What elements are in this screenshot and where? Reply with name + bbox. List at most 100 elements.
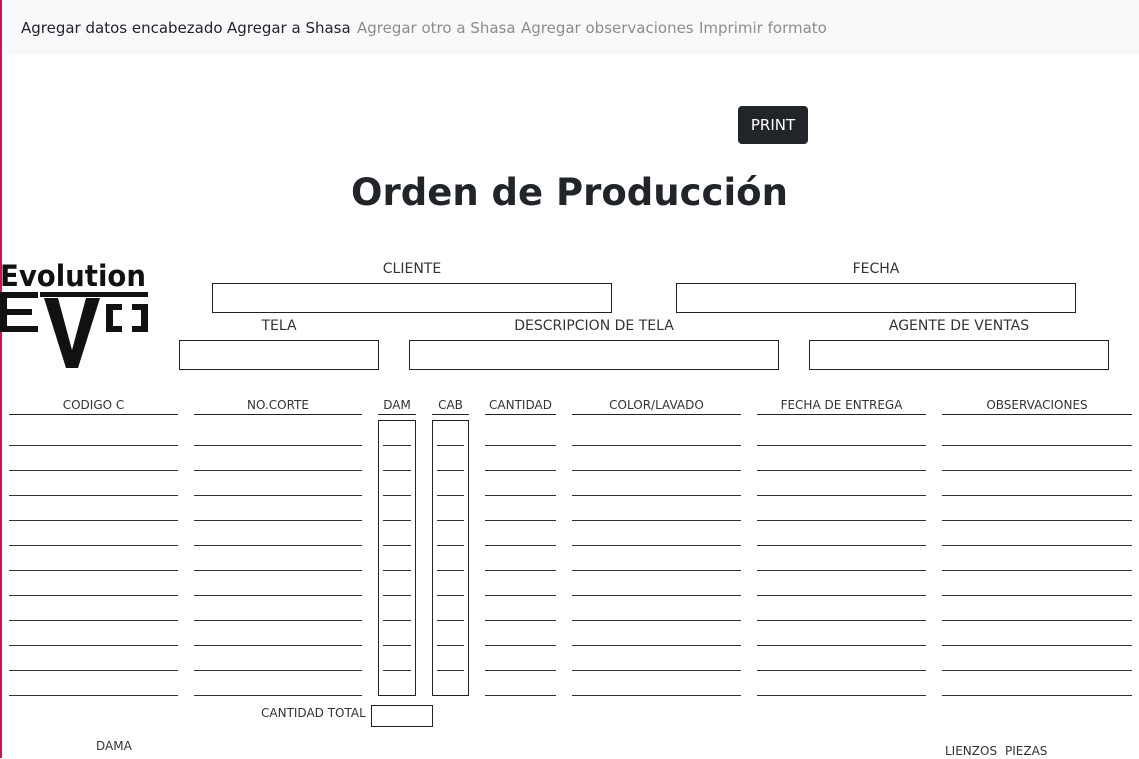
row-line-cantidad[interactable] bbox=[485, 470, 556, 471]
row-line-observaciones[interactable] bbox=[942, 695, 1132, 696]
box-dam-cell-line[interactable] bbox=[383, 670, 411, 671]
row-line-observaciones[interactable] bbox=[942, 545, 1132, 546]
box-dam-cell-line[interactable] bbox=[383, 570, 411, 571]
row-line-observaciones[interactable] bbox=[942, 595, 1132, 596]
row-line-color-lavado[interactable] bbox=[572, 695, 741, 696]
row-line-no-corte[interactable] bbox=[194, 570, 362, 571]
agente-ventas-label: AGENTE DE VENTAS bbox=[888, 318, 1030, 334]
row-line-codigo-c[interactable] bbox=[9, 520, 178, 521]
box-cab-cell-line[interactable] bbox=[437, 645, 464, 646]
box-cab-cell-line[interactable] bbox=[437, 595, 464, 596]
box-cab-cell-line[interactable] bbox=[437, 445, 464, 446]
row-line-observaciones[interactable] bbox=[942, 645, 1132, 646]
row-line-codigo-c[interactable] bbox=[9, 470, 178, 471]
nav-agregar-a-shasa[interactable]: Agregar a Shasa bbox=[227, 18, 351, 38]
box-cab-cell-line[interactable] bbox=[437, 470, 464, 471]
row-line-cantidad[interactable] bbox=[485, 570, 556, 571]
row-line-fecha-entrega[interactable] bbox=[757, 620, 926, 621]
row-line-cantidad[interactable] bbox=[485, 495, 556, 496]
nav-agregar-observaciones[interactable]: Agregar observaciones bbox=[521, 18, 694, 38]
box-dam-cell-line[interactable] bbox=[383, 495, 411, 496]
cliente-input[interactable] bbox=[212, 283, 612, 313]
cantidad-total-input[interactable] bbox=[371, 705, 433, 727]
row-line-observaciones[interactable] bbox=[942, 670, 1132, 671]
row-line-color-lavado[interactable] bbox=[572, 670, 741, 671]
row-line-codigo-c[interactable] bbox=[9, 645, 178, 646]
row-line-cantidad[interactable] bbox=[485, 595, 556, 596]
row-line-observaciones[interactable] bbox=[942, 520, 1132, 521]
row-line-codigo-c[interactable] bbox=[9, 545, 178, 546]
row-line-fecha-entrega[interactable] bbox=[757, 520, 926, 521]
descripcion-tela-input[interactable] bbox=[409, 340, 779, 370]
row-line-observaciones[interactable] bbox=[942, 620, 1132, 621]
row-line-cantidad[interactable] bbox=[485, 620, 556, 621]
row-line-no-corte[interactable] bbox=[194, 595, 362, 596]
row-line-codigo-c[interactable] bbox=[9, 695, 178, 696]
row-line-cantidad[interactable] bbox=[485, 695, 556, 696]
box-dam-cell-line[interactable] bbox=[383, 595, 411, 596]
box-dam-cell-line[interactable] bbox=[383, 545, 411, 546]
row-line-fecha-entrega[interactable] bbox=[757, 570, 926, 571]
row-line-color-lavado[interactable] bbox=[572, 470, 741, 471]
nav-imprimir-formato[interactable]: Imprimir formato bbox=[699, 18, 827, 38]
row-line-no-corte[interactable] bbox=[194, 670, 362, 671]
box-cab-cell-line[interactable] bbox=[437, 520, 464, 521]
row-line-no-corte[interactable] bbox=[194, 520, 362, 521]
box-dam-cell-line[interactable] bbox=[383, 470, 411, 471]
row-line-no-corte[interactable] bbox=[194, 620, 362, 621]
row-line-fecha-entrega[interactable] bbox=[757, 495, 926, 496]
row-line-cantidad[interactable] bbox=[485, 645, 556, 646]
row-line-fecha-entrega[interactable] bbox=[757, 670, 926, 671]
row-line-color-lavado[interactable] bbox=[572, 495, 741, 496]
box-dam-cell-line[interactable] bbox=[383, 520, 411, 521]
row-line-fecha-entrega[interactable] bbox=[757, 695, 926, 696]
row-line-fecha-entrega[interactable] bbox=[757, 645, 926, 646]
row-line-color-lavado[interactable] bbox=[572, 570, 741, 571]
tela-input[interactable] bbox=[179, 340, 379, 370]
agente-ventas-input[interactable] bbox=[809, 340, 1109, 370]
row-line-color-lavado[interactable] bbox=[572, 545, 741, 546]
row-line-no-corte[interactable] bbox=[194, 445, 362, 446]
row-line-fecha-entrega[interactable] bbox=[757, 470, 926, 471]
box-dam-cell-line[interactable] bbox=[383, 645, 411, 646]
row-line-cantidad[interactable] bbox=[485, 445, 556, 446]
box-dam-cell-line[interactable] bbox=[383, 445, 411, 446]
row-line-color-lavado[interactable] bbox=[572, 595, 741, 596]
row-line-observaciones[interactable] bbox=[942, 495, 1132, 496]
nav-agregar-datos-encabezado[interactable]: Agregar datos encabezado bbox=[21, 18, 223, 38]
row-line-codigo-c[interactable] bbox=[9, 445, 178, 446]
row-line-observaciones[interactable] bbox=[942, 470, 1132, 471]
box-cab-cell-line[interactable] bbox=[437, 495, 464, 496]
box-cab-cell-line[interactable] bbox=[437, 570, 464, 571]
row-line-color-lavado[interactable] bbox=[572, 520, 741, 521]
row-line-codigo-c[interactable] bbox=[9, 620, 178, 621]
piezas-label: PIEZAS bbox=[1005, 744, 1048, 758]
box-cab-cell-line[interactable] bbox=[437, 670, 464, 671]
row-line-color-lavado[interactable] bbox=[572, 645, 741, 646]
row-line-codigo-c[interactable] bbox=[9, 595, 178, 596]
row-line-fecha-entrega[interactable] bbox=[757, 445, 926, 446]
row-line-codigo-c[interactable] bbox=[9, 570, 178, 571]
box-cab-cell-line[interactable] bbox=[437, 545, 464, 546]
row-line-color-lavado[interactable] bbox=[572, 445, 741, 446]
box-dam-cell-line[interactable] bbox=[383, 620, 411, 621]
row-line-no-corte[interactable] bbox=[194, 645, 362, 646]
row-line-codigo-c[interactable] bbox=[9, 495, 178, 496]
row-line-no-corte[interactable] bbox=[194, 470, 362, 471]
row-line-no-corte[interactable] bbox=[194, 545, 362, 546]
row-line-cantidad[interactable] bbox=[485, 520, 556, 521]
row-line-cantidad[interactable] bbox=[485, 545, 556, 546]
row-line-fecha-entrega[interactable] bbox=[757, 545, 926, 546]
row-line-observaciones[interactable] bbox=[942, 445, 1132, 446]
row-line-observaciones[interactable] bbox=[942, 570, 1132, 571]
fecha-input[interactable] bbox=[676, 283, 1076, 313]
row-line-fecha-entrega[interactable] bbox=[757, 595, 926, 596]
box-cab-cell-line[interactable] bbox=[437, 620, 464, 621]
print-button[interactable]: PRINT bbox=[738, 106, 808, 144]
nav-agregar-otro-a-shasa[interactable]: Agregar otro a Shasa bbox=[357, 18, 516, 38]
row-line-no-corte[interactable] bbox=[194, 495, 362, 496]
row-line-codigo-c[interactable] bbox=[9, 670, 178, 671]
row-line-color-lavado[interactable] bbox=[572, 620, 741, 621]
row-line-no-corte[interactable] bbox=[194, 695, 362, 696]
row-line-cantidad[interactable] bbox=[485, 670, 556, 671]
